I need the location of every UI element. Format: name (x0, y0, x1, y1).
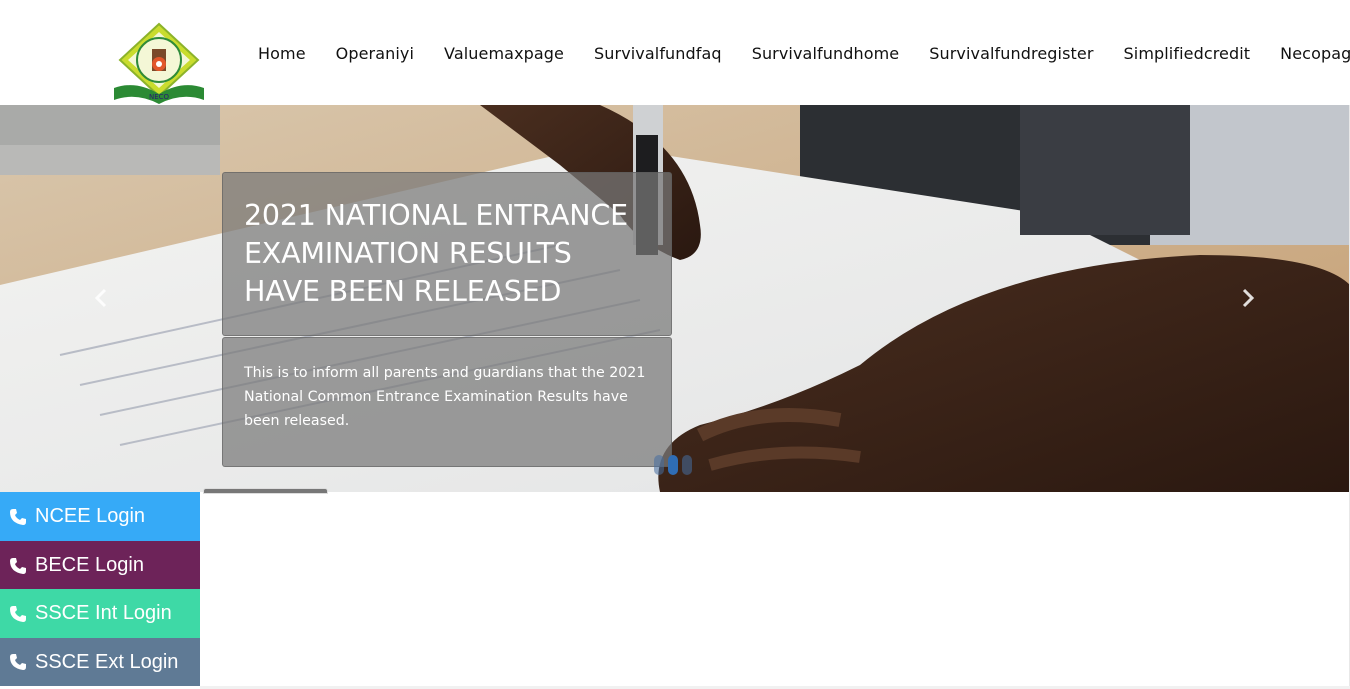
ssce-int-login-button[interactable]: SSCE Int Login (0, 589, 200, 638)
nav-valuemaxpage[interactable]: Valuemaxpage (429, 44, 579, 63)
nav-home[interactable]: Home (243, 44, 321, 63)
carousel-indicator[interactable] (682, 455, 692, 475)
carousel-indicator-active[interactable] (668, 455, 678, 475)
site-header: NECO Home Operaniyi Valuemaxpage Surviva… (0, 0, 1350, 105)
phone-icon (10, 508, 26, 525)
phone-icon (10, 605, 26, 622)
ncee-login-button[interactable]: NCEE Login (0, 492, 200, 541)
nav-necopage[interactable]: Necopage (1265, 44, 1350, 63)
ssce-ext-login-button[interactable]: SSCE Ext Login (0, 638, 200, 686)
bece-login-label: BECE Login (35, 554, 144, 576)
main-nav: Home Operaniyi Valuemaxpage Survivalfund… (243, 44, 1350, 63)
content-tab[interactable] (203, 488, 328, 494)
hero-body-box: This is to inform all parents and guardi… (222, 337, 672, 467)
bece-login-button[interactable]: BECE Login (0, 541, 200, 590)
phone-icon (10, 557, 26, 574)
hero-title: 2021 NATIONAL ENTRANCE EXAMINATION RESUL… (244, 199, 628, 308)
ssce-int-login-label: SSCE Int Login (35, 602, 172, 624)
neco-logo[interactable]: NECO (112, 22, 206, 104)
carousel-prev-button[interactable] (86, 282, 116, 314)
phone-icon (10, 654, 26, 670)
chevron-left-icon (94, 288, 107, 308)
chevron-right-icon (1242, 288, 1255, 308)
carousel-indicators (654, 455, 692, 475)
ssce-ext-login-label: SSCE Ext Login (35, 650, 179, 673)
nav-simplifiedcredit[interactable]: Simplifiedcredit (1109, 44, 1266, 63)
logo-text: NECO (149, 93, 170, 101)
carousel-indicator[interactable] (654, 455, 664, 475)
hero-background-image (0, 105, 1350, 492)
hero-body: This is to inform all parents and guardi… (244, 365, 646, 429)
carousel-next-button[interactable] (1233, 282, 1263, 314)
ncee-login-label: NCEE Login (35, 505, 146, 527)
nav-survivalfundregister[interactable]: Survivalfundregister (914, 44, 1108, 63)
hero-title-box: 2021 NATIONAL ENTRANCE EXAMINATION RESUL… (222, 172, 672, 336)
nav-operaniyi[interactable]: Operaniyi (321, 44, 429, 63)
hero-carousel (0, 105, 1350, 492)
nav-survivalfundhome[interactable]: Survivalfundhome (737, 44, 915, 63)
nav-survivalfundfaq[interactable]: Survivalfundfaq (579, 44, 737, 63)
